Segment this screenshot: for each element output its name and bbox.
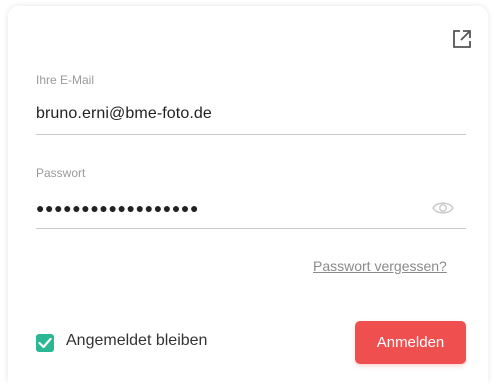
email-underline xyxy=(36,134,466,135)
email-value: bruno.erni@bme-foto.de xyxy=(36,105,212,122)
open-external-icon[interactable] xyxy=(451,28,473,50)
password-label: Passwort xyxy=(36,166,86,180)
eye-icon[interactable] xyxy=(432,200,454,216)
remember-label[interactable]: Angemeldet bleiben xyxy=(66,332,207,350)
forgot-password-link[interactable]: Passwort vergessen? xyxy=(313,258,447,274)
email-label: Ihre E-Mail xyxy=(36,73,95,87)
checkmark-icon xyxy=(38,337,52,349)
remember-checkbox[interactable] xyxy=(36,334,54,352)
password-value: ●●●●●●●●●●●●●●●●●● xyxy=(36,200,200,216)
login-button[interactable]: Anmelden xyxy=(355,321,466,364)
email-field[interactable]: bruno.erni@bme-foto.de xyxy=(36,100,466,130)
password-underline xyxy=(36,228,466,229)
